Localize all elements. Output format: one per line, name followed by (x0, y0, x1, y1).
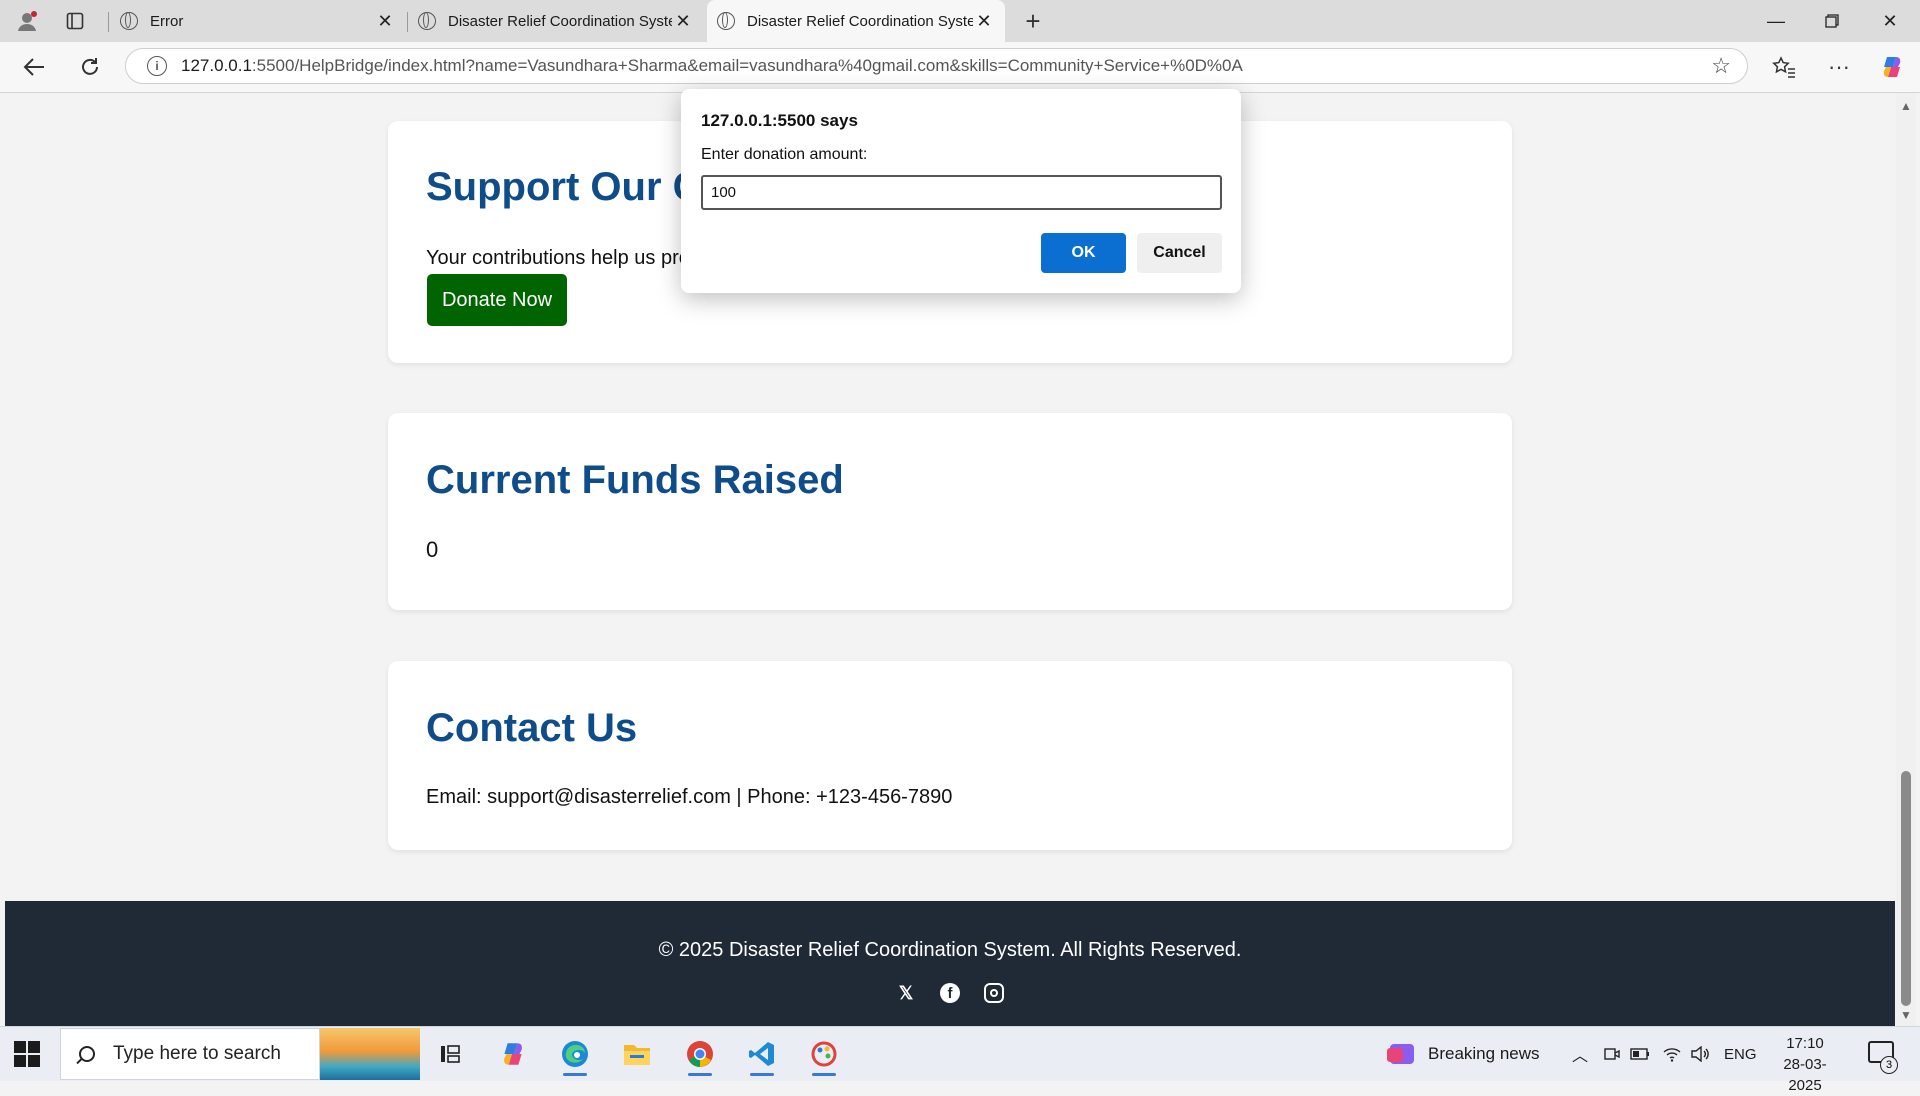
file-explorer-icon[interactable] (612, 1032, 662, 1076)
language-indicator[interactable]: ENG (1724, 1027, 1757, 1081)
funds-heading: Current Funds Raised (426, 458, 844, 502)
windows-start-icon[interactable] (14, 1041, 40, 1067)
news-label: Breaking news (1428, 1044, 1540, 1063)
close-tab-icon[interactable]: ✕ (672, 11, 694, 32)
browser-toolbar: i 127.0.0.1:5500/HelpBridge/index.html?n… (0, 42, 1920, 93)
globe-icon (418, 12, 436, 30)
task-view-icon[interactable] (425, 1032, 475, 1076)
scrollbar-thumb[interactable] (1901, 771, 1911, 1006)
tab-title: Error (150, 12, 184, 30)
contact-text: Email: support@disasterrelief.com | Phon… (426, 786, 953, 808)
edge-icon[interactable] (550, 1032, 600, 1076)
dialog-message: Enter donation amount: (701, 146, 868, 163)
paint-app-icon[interactable] (799, 1032, 849, 1076)
address-bar[interactable]: i 127.0.0.1:5500/HelpBridge/index.html?n… (125, 48, 1748, 84)
dialog-title: 127.0.0.1:5500 says (701, 111, 858, 130)
scroll-down-icon[interactable]: ▼ (1900, 1008, 1912, 1022)
globe-icon (120, 12, 138, 30)
close-tab-icon[interactable]: ✕ (374, 11, 396, 32)
page-scrollbar[interactable]: ▲ ▼ (1896, 93, 1916, 1026)
copilot-taskbar-icon[interactable] (488, 1032, 538, 1076)
contact-card: Contact Us Email: support@disasterrelief… (388, 661, 1512, 850)
chrome-icon[interactable] (675, 1032, 725, 1076)
profile-icon[interactable] (14, 8, 40, 34)
funds-card: Current Funds Raised 0 (388, 413, 1512, 610)
donate-now-button[interactable]: Donate Now (427, 274, 567, 326)
scroll-up-icon[interactable]: ▲ (1900, 99, 1912, 113)
globe-icon (717, 12, 735, 30)
url-text[interactable]: 127.0.0.1:5500/HelpBridge/index.html?nam… (181, 56, 1711, 76)
news-widget[interactable]: Breaking news (1386, 1027, 1540, 1081)
tab-error[interactable]: Error ✕ (110, 0, 406, 42)
close-tab-icon[interactable]: ✕ (973, 11, 995, 32)
tab-title: Disaster Relief Coordination Syste (448, 12, 672, 30)
favorite-star-icon[interactable]: ☆ (1711, 53, 1731, 79)
taskbar-search[interactable]: Type here to search (60, 1028, 320, 1080)
site-info-icon[interactable]: i (147, 56, 167, 76)
battery-icon[interactable] (1630, 1027, 1650, 1081)
contact-heading: Contact Us (426, 706, 638, 750)
cancel-button[interactable]: Cancel (1137, 233, 1222, 273)
x-icon[interactable]: 𝕏 (896, 983, 916, 1003)
search-icon (79, 1046, 95, 1062)
tab-disaster-relief-1[interactable]: Disaster Relief Coordination Syste ✕ (408, 0, 704, 42)
taskbar-clock[interactable]: 17:10 28-03-2025 (1770, 1033, 1840, 1096)
favorites-icon[interactable] (1768, 52, 1800, 82)
funds-amount: 0 (426, 537, 439, 562)
notification-count-badge: 3 (1880, 1056, 1898, 1074)
url-host: 127.0.0.1 (181, 56, 252, 75)
tab-title: Disaster Relief Coordination Syste (747, 12, 973, 30)
reload-icon[interactable] (74, 52, 106, 82)
tab-actions-icon[interactable] (62, 8, 88, 34)
back-icon[interactable] (18, 52, 50, 82)
tab-disaster-relief-active[interactable]: Disaster Relief Coordination Syste ✕ (707, 0, 1005, 42)
social-links: 𝕏 f (5, 983, 1895, 1003)
show-hidden-icons-icon[interactable]: ︿ (1572, 1027, 1588, 1081)
close-window-icon[interactable]: ✕ (1870, 6, 1910, 36)
volume-icon[interactable] (1690, 1027, 1710, 1081)
footer-copyright: © 2025 Disaster Relief Coordination Syst… (658, 939, 1242, 961)
clock-date: 28-03-2025 (1783, 1056, 1827, 1094)
more-options-icon[interactable]: ··· (1823, 52, 1855, 82)
site-footer: © 2025 Disaster Relief Coordination Syst… (5, 901, 1895, 1026)
windows-taskbar: Type here to search Breaking news ︿ ENG … (0, 1026, 1920, 1094)
prompt-dialog: 127.0.0.1:5500 says Enter donation amoun… (681, 89, 1241, 293)
minimize-icon[interactable]: — (1756, 6, 1796, 36)
url-path: :5500/HelpBridge/index.html?name=Vasundh… (251, 56, 1243, 75)
new-tab-icon[interactable]: + (1020, 6, 1046, 36)
donation-amount-input[interactable] (701, 175, 1222, 210)
tab-strip: Error ✕ Disaster Relief Coordination Sys… (0, 0, 1920, 42)
meet-now-icon[interactable] (1603, 1027, 1621, 1081)
copilot-icon[interactable] (1876, 52, 1908, 82)
network-icon[interactable] (1662, 1027, 1682, 1081)
restore-icon[interactable] (1812, 6, 1852, 36)
facebook-icon[interactable]: f (940, 983, 960, 1003)
search-placeholder: Type here to search (113, 1043, 281, 1064)
clock-time: 17:10 (1786, 1035, 1824, 1052)
vscode-icon[interactable] (737, 1032, 787, 1076)
instagram-icon[interactable] (984, 983, 1004, 1003)
search-highlight-image[interactable] (320, 1028, 420, 1080)
ok-button[interactable]: OK (1041, 233, 1126, 273)
